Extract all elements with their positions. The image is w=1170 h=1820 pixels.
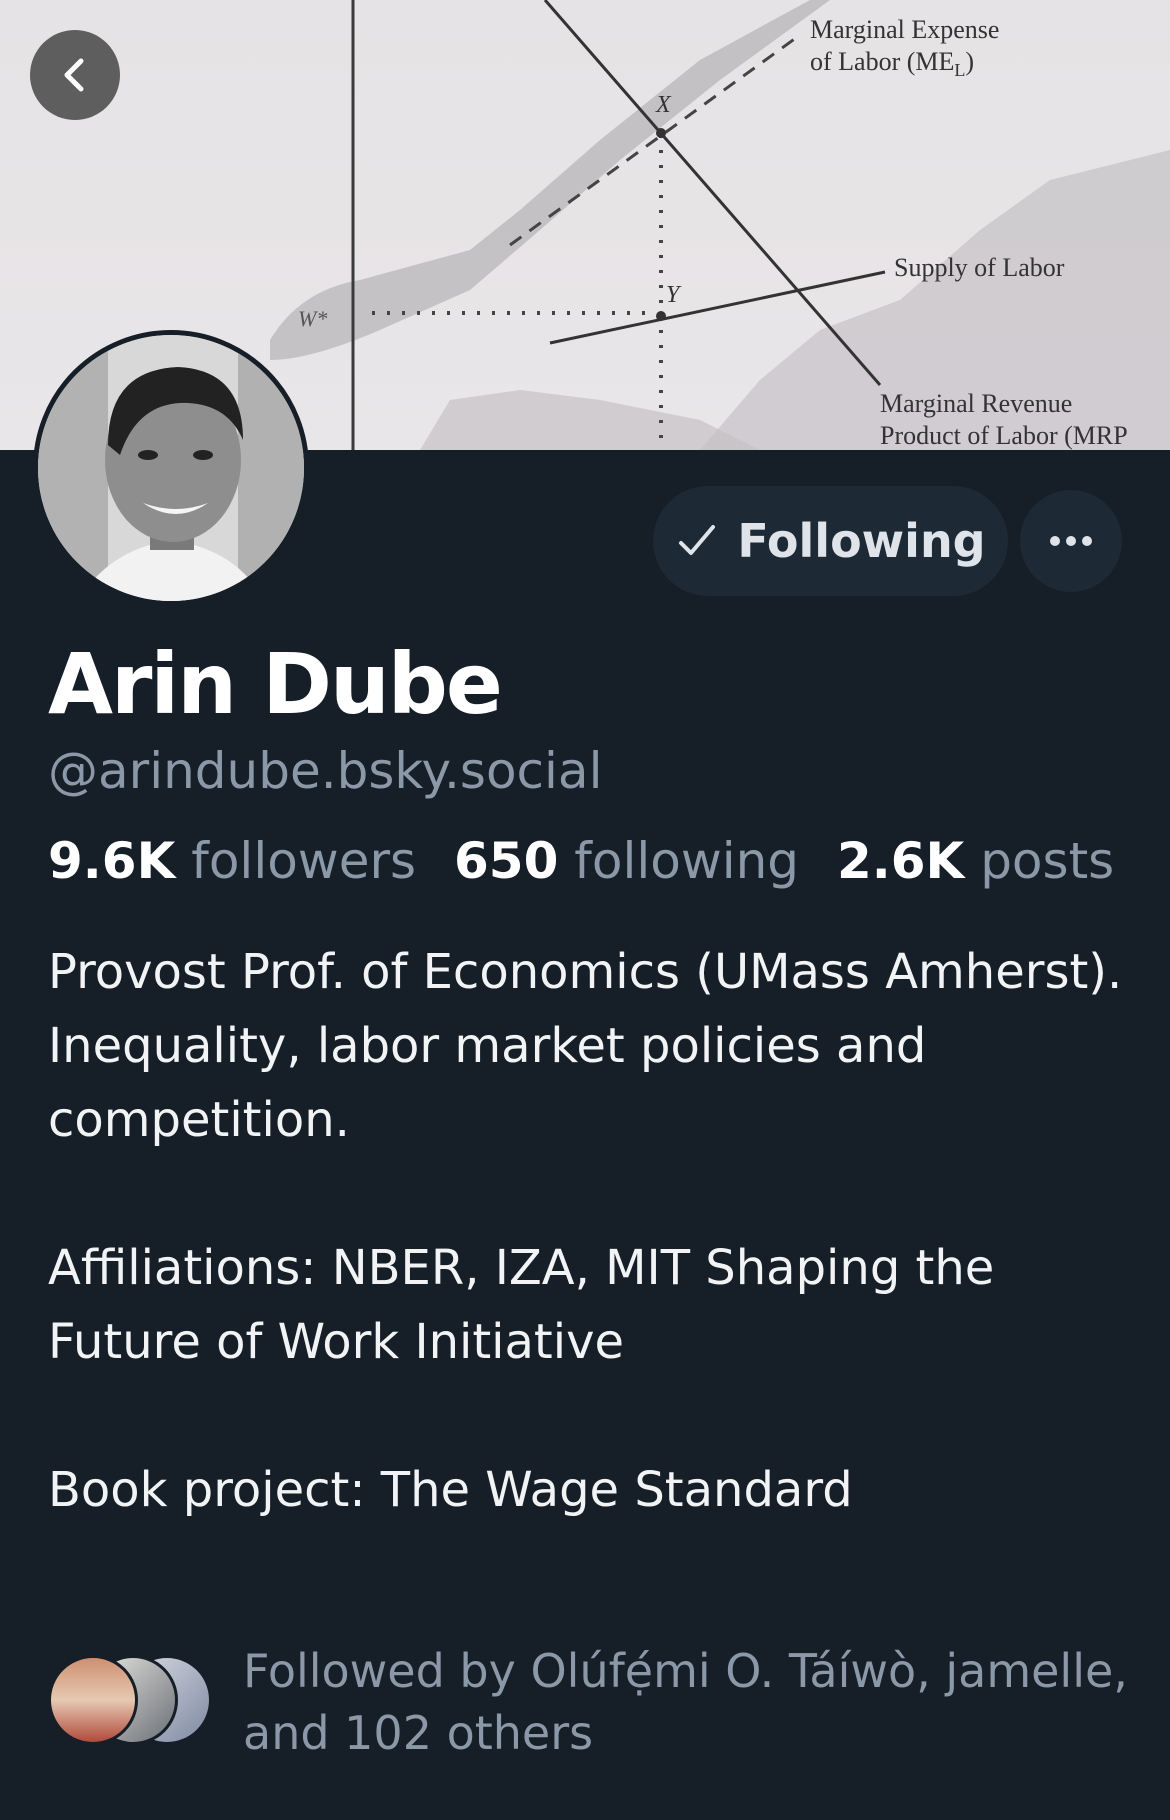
display-name: Arin Dube: [48, 635, 503, 733]
mrp-label-2: Product of Labor (MRP: [880, 421, 1128, 450]
followers-label: followers: [191, 832, 417, 890]
following-label: following: [574, 832, 800, 890]
followers-count: 9.6K: [48, 832, 176, 890]
posts-stat: 2.6K posts: [837, 832, 1114, 890]
x-point-label: X: [655, 92, 672, 118]
me-label: Marginal Expense: [810, 15, 999, 44]
ellipsis-icon: [1050, 536, 1092, 546]
avatar-photo: [38, 335, 304, 601]
following-stat[interactable]: 650 following: [454, 832, 799, 890]
supply-label: Supply of Labor: [894, 253, 1065, 282]
chevron-left-icon: [64, 58, 84, 92]
more-options-button[interactable]: [1020, 490, 1122, 592]
followers-stat[interactable]: 9.6K followers: [48, 832, 416, 890]
bio-line: Affiliations: NBER, IZA, MIT Shaping the…: [48, 1240, 995, 1370]
bio-line: Inequality, labor market policies and co…: [48, 1018, 927, 1148]
following-button[interactable]: Following: [653, 486, 1008, 596]
back-button[interactable]: [30, 30, 120, 120]
profile-handle: @arindube.bsky.social: [48, 742, 603, 800]
y-point-label: Y: [666, 282, 682, 308]
check-icon: [679, 525, 716, 555]
follower-avatar: [48, 1655, 138, 1745]
profile-bio: Provost Prof. of Economics (UMass Amhers…: [48, 935, 1128, 1527]
bio-line: Provost Prof. of Economics (UMass Amhers…: [48, 944, 1123, 1000]
posts-count: 2.6K: [836, 832, 965, 890]
of-labor-label: of Labor (MEL): [810, 47, 974, 80]
following-button-label: Following: [737, 514, 986, 568]
following-count: 650: [453, 832, 559, 890]
mrp-label-1: Marginal Revenue: [880, 389, 1072, 418]
known-followers-avatars[interactable]: [48, 1655, 218, 1750]
w-star-label: W*: [298, 306, 327, 331]
posts-label: posts: [980, 832, 1115, 890]
profile-stats: 9.6K followers 650 following 2.6K posts: [48, 832, 1114, 890]
followed-by-text[interactable]: Followed by Olúfẹ́mi O. Táíwò, jamelle, …: [243, 1640, 1143, 1764]
bio-line: Book project: The Wage Standard: [48, 1462, 853, 1518]
profile-avatar[interactable]: [33, 330, 309, 606]
